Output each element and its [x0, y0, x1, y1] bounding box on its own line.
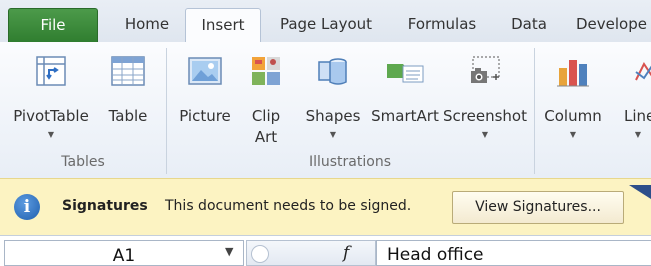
screenshot-dropdown-arrow[interactable]: ▼: [482, 130, 488, 139]
name-box-value: A1: [112, 246, 136, 266]
pivottable-button[interactable]: PivotTable ▼: [4, 42, 98, 152]
line-chart-icon: [634, 54, 651, 94]
tab-formulas[interactable]: Formulas: [398, 8, 486, 42]
splitter-handle-icon[interactable]: [251, 245, 269, 263]
shapes-dropdown-arrow[interactable]: ▼: [330, 130, 336, 139]
clip-art-label-line1: Clip: [251, 107, 281, 125]
message-bar-text: This document needs to be signed.: [165, 198, 412, 214]
table-icon: [110, 54, 146, 92]
column-chart-label: Column: [544, 107, 602, 125]
group-label-illustrations: Illustrations: [308, 154, 391, 170]
screenshot-icon: [467, 54, 503, 92]
pivottable-icon: [34, 54, 68, 92]
picture-icon: [187, 54, 223, 92]
group-separator: [534, 48, 535, 174]
smartart-button[interactable]: SmartArt: [368, 42, 442, 152]
pivottable-dropdown-arrow[interactable]: ▼: [48, 130, 54, 139]
shapes-button[interactable]: Shapes ▼: [300, 42, 366, 152]
tab-data[interactable]: Data: [500, 8, 558, 42]
insert-function-button[interactable]: f: [343, 243, 349, 263]
smartart-icon: [385, 54, 425, 92]
table-label: Table: [108, 107, 148, 125]
corner-arrow-icon: [629, 185, 651, 199]
clip-art-button[interactable]: Clip Art: [240, 42, 292, 152]
view-signatures-button[interactable]: View Signatures...: [452, 191, 624, 224]
shapes-icon: [315, 54, 351, 94]
group-label-tables: Tables: [61, 154, 105, 170]
formula-input[interactable]: Head office: [376, 240, 651, 266]
message-bar-title: Signatures: [62, 198, 148, 214]
formula-bar: A1 ▼ f Head office: [0, 235, 651, 266]
column-chart-icon: [555, 54, 591, 94]
tab-file[interactable]: File: [8, 8, 98, 43]
smartart-label: SmartArt: [371, 107, 439, 125]
tab-page-layout[interactable]: Page Layout: [270, 8, 382, 42]
tab-home[interactable]: Home: [110, 8, 184, 42]
clip-art-label: Clip Art: [240, 106, 292, 148]
pivottable-label: PivotTable: [13, 107, 89, 125]
info-icon: i: [14, 194, 40, 220]
ribbon-insert-panel: PivotTable ▼ Table Tables Picture Clip A…: [0, 42, 651, 179]
ribbon-tab-bar: File Home Insert Page Layout Formulas Da…: [0, 0, 651, 44]
tab-developer[interactable]: Develope: [576, 8, 651, 42]
screenshot-button[interactable]: Screenshot ▼: [442, 42, 528, 152]
table-button[interactable]: Table: [100, 42, 156, 152]
name-box[interactable]: A1 ▼: [4, 240, 244, 266]
tab-insert[interactable]: Insert: [185, 8, 261, 44]
signatures-message-bar: i Signatures This document needs to be s…: [0, 178, 651, 236]
clip-art-label-line2: Art: [254, 128, 278, 146]
name-box-dropdown-icon[interactable]: ▼: [225, 245, 233, 258]
picture-label: Picture: [179, 107, 231, 125]
formula-buttons: f: [246, 240, 376, 266]
formula-input-value: Head office: [387, 245, 484, 265]
line-dropdown-arrow[interactable]: ▼: [635, 130, 641, 139]
column-chart-button[interactable]: Column ▼: [540, 42, 606, 152]
line-chart-label: Line: [624, 107, 651, 125]
column-dropdown-arrow[interactable]: ▼: [570, 130, 576, 139]
picture-button[interactable]: Picture: [172, 42, 238, 152]
clip-art-icon: [249, 54, 283, 92]
shapes-label: Shapes: [305, 107, 361, 125]
screenshot-label: Screenshot: [443, 107, 527, 125]
line-chart-button[interactable]: Line ▼: [612, 42, 651, 152]
